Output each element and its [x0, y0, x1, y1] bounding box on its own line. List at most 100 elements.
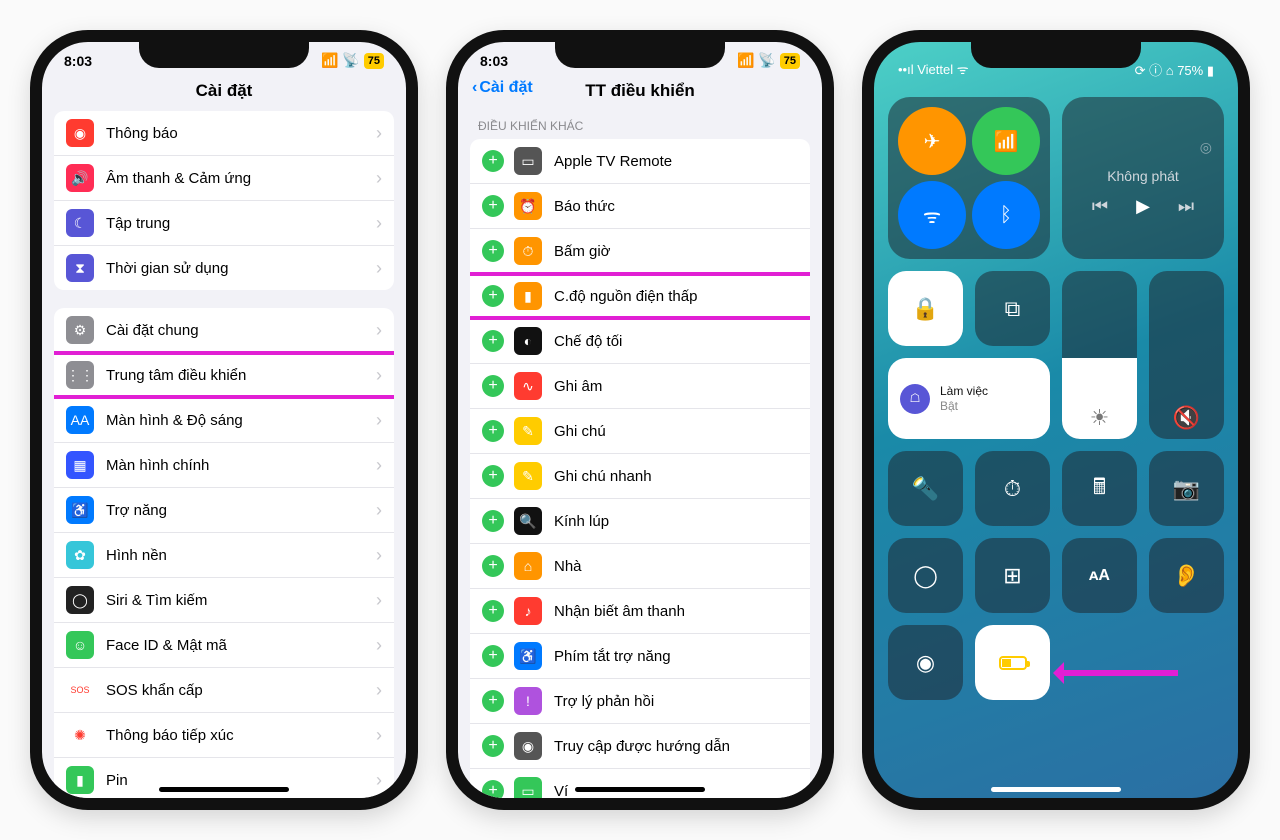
settings-row[interactable]: ⧗Thời gian sử dụng›	[54, 246, 394, 290]
row-label: C.độ nguồn điện thấp	[554, 288, 697, 305]
settings-row[interactable]: ⚙Cài đặt chung›	[54, 308, 394, 353]
bluetooth-toggle[interactable]: ᛒ	[972, 181, 1040, 249]
settings-row[interactable]: +⏱Bấm giờ	[470, 229, 810, 274]
control-center: ••ıl Viettel ᯤ ⟳ ⓘ ⌂ 75% ▮ ✈ 📶 ᯤ ᛒ ◎ Khô…	[874, 42, 1238, 714]
hearing-button[interactable]: 👂	[1149, 538, 1224, 613]
next-button[interactable]: ⏭	[1178, 196, 1194, 217]
row-icon: ▮	[514, 282, 542, 310]
settings-row[interactable]: +✎Ghi chú nhanh	[470, 454, 810, 499]
add-button[interactable]: +	[482, 420, 504, 442]
add-button[interactable]: +	[482, 375, 504, 397]
calculator-button[interactable]: 🖩	[1062, 451, 1137, 526]
settings-row[interactable]: +⏰Báo thức	[470, 184, 810, 229]
settings-row[interactable]: ⋮⋮Trung tâm điều khiển›	[54, 353, 394, 398]
row-label: Ghi chú	[554, 423, 606, 440]
settings-row[interactable]: + ▮ C.độ nguồn điện thấp	[470, 274, 810, 319]
screen-record-button[interactable]: ◉	[888, 625, 963, 700]
row-label: Thời gian sử dụng	[106, 260, 228, 277]
shazam-button[interactable]: ◯	[888, 538, 963, 613]
row-icon: ⚙	[66, 316, 94, 344]
settings-row[interactable]: AAMàn hình & Độ sáng›	[54, 398, 394, 443]
timer-button[interactable]: ⏱	[975, 451, 1050, 526]
connectivity-module[interactable]: ✈ 📶 ᯤ ᛒ	[888, 97, 1050, 259]
add-button[interactable]: +	[482, 150, 504, 172]
settings-row[interactable]: ◉Thông báo›	[54, 111, 394, 156]
row-icon: ♿	[66, 496, 94, 524]
settings-row[interactable]: ☺Face ID & Mật mã›	[54, 623, 394, 668]
add-button[interactable]: +	[482, 600, 504, 622]
wifi-toggle[interactable]: ᯤ	[898, 181, 966, 249]
add-button[interactable]: +	[482, 285, 504, 307]
home-indicator[interactable]	[159, 787, 289, 792]
row-icon: 🔊	[66, 164, 94, 192]
add-button[interactable]: +	[482, 690, 504, 712]
airplay-icon[interactable]: ◎	[1200, 139, 1224, 156]
settings-row[interactable]: ☾Tập trung›	[54, 201, 394, 246]
settings-row[interactable]: ✋Quyền riêng tư & Bảo mật›	[54, 803, 394, 810]
prev-button[interactable]: ⏮	[1092, 196, 1108, 217]
settings-row[interactable]: ✺Thông báo tiếp xúc›	[54, 713, 394, 758]
row-label: Phím tắt trợ năng	[554, 648, 671, 665]
settings-row[interactable]: +∿Ghi âm	[470, 364, 810, 409]
settings-row[interactable]: +!Trợ lý phản hồi	[470, 679, 810, 724]
row-label: Tập trung	[106, 215, 170, 232]
settings-row[interactable]: +▭Apple TV Remote	[470, 139, 810, 184]
home-indicator[interactable]	[575, 787, 705, 792]
add-button[interactable]: +	[482, 510, 504, 532]
settings-row[interactable]: +◐Chế độ tối	[470, 319, 810, 364]
chevron-icon: ›	[376, 680, 382, 701]
flashlight-button[interactable]: 🔦	[888, 451, 963, 526]
airplane-toggle[interactable]: ✈	[898, 107, 966, 175]
settings-group-1: ◉Thông báo›🔊Âm thanh & Cảm ứng›☾Tập trun…	[54, 111, 394, 290]
row-label: Báo thức	[554, 198, 615, 215]
settings-row[interactable]: ◯Siri & Tìm kiếm›	[54, 578, 394, 623]
settings-row[interactable]: ♿Trợ năng›	[54, 488, 394, 533]
row-label: Âm thanh & Cảm ứng	[106, 170, 251, 187]
cellular-toggle[interactable]: 📶	[972, 107, 1040, 175]
settings-row[interactable]: +♪Nhận biết âm thanh	[470, 589, 810, 634]
settings-row[interactable]: ✿Hình nền›	[54, 533, 394, 578]
settings-row[interactable]: +✎Ghi chú	[470, 409, 810, 454]
add-button[interactable]: +	[482, 240, 504, 262]
chevron-icon: ›	[376, 410, 382, 431]
text-size-button[interactable]: ᴀA	[1062, 538, 1137, 613]
screen-mirroring-button[interactable]: ⧉	[975, 271, 1050, 346]
row-label: Ghi chú nhanh	[554, 468, 652, 485]
back-label: Cài đặt	[479, 79, 532, 97]
add-button[interactable]: +	[482, 330, 504, 352]
add-button[interactable]: +	[482, 465, 504, 487]
settings-row[interactable]: +◉Truy cập được hướng dẫn	[470, 724, 810, 769]
chevron-icon: ›	[376, 545, 382, 566]
status-time: 8:03	[480, 53, 508, 69]
row-icon: ▦	[66, 451, 94, 479]
settings-row[interactable]: ▦Màn hình chính›	[54, 443, 394, 488]
battery-pill: 75	[780, 53, 800, 69]
camera-button[interactable]: 📷	[1149, 451, 1224, 526]
media-title: Không phát	[1107, 168, 1179, 184]
settings-row[interactable]: 🔊Âm thanh & Cảm ứng›	[54, 156, 394, 201]
settings-row[interactable]: SOSSOS khẩn cấp›	[54, 668, 394, 713]
add-button[interactable]: +	[482, 735, 504, 757]
add-button[interactable]: +	[482, 555, 504, 577]
add-button[interactable]: +	[482, 645, 504, 667]
media-module[interactable]: ◎ Không phát ⏮ ▶ ⏭	[1062, 97, 1224, 259]
settings-row[interactable]: ▮Pin›	[54, 758, 394, 803]
settings-row[interactable]: +⌂Nhà	[470, 544, 810, 589]
qr-code-button[interactable]: ⊞	[975, 538, 1050, 613]
volume-slider[interactable]: 🔇	[1149, 271, 1224, 439]
rotation-lock-button[interactable]: 🔒	[888, 271, 963, 346]
settings-row[interactable]: +🔍Kính lúp	[470, 499, 810, 544]
low-power-mode-button[interactable]	[975, 625, 1050, 700]
phone-settings: 8:03 📶 📡 75 Cài đặt ◉Thông báo›🔊Âm thanh…	[30, 30, 418, 810]
add-button[interactable]: +	[482, 780, 504, 802]
settings-row[interactable]: +♿Phím tắt trợ năng	[470, 634, 810, 679]
focus-button[interactable]: ☖ Làm việcBật	[888, 358, 1050, 439]
play-button[interactable]: ▶	[1136, 196, 1150, 217]
page-title: ‹ Cài đặt TT điều khiển	[458, 75, 822, 111]
brightness-slider[interactable]: ☀	[1062, 271, 1137, 439]
row-label: Trợ lý phản hồi	[554, 693, 654, 710]
home-indicator[interactable]	[991, 787, 1121, 792]
add-button[interactable]: +	[482, 195, 504, 217]
phone-control-center: ••ıl Viettel ᯤ ⟳ ⓘ ⌂ 75% ▮ ✈ 📶 ᯤ ᛒ ◎ Khô…	[862, 30, 1250, 810]
back-button[interactable]: ‹ Cài đặt	[472, 79, 533, 97]
